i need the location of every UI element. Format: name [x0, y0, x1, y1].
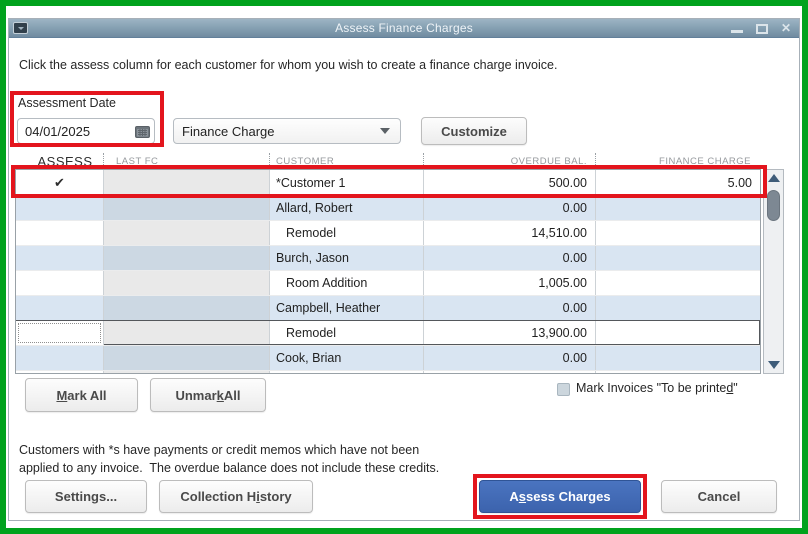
- assessment-date-label: Assessment Date: [18, 96, 116, 110]
- instruction-text: Click the assess column for each custome…: [19, 58, 558, 72]
- close-icon[interactable]: ✕: [781, 19, 791, 38]
- column-header-finance-charge: FINANCE CHARGE: [595, 153, 759, 169]
- titlebar[interactable]: Assess Finance Charges ✕: [9, 19, 799, 38]
- overdue-balance-cell: 0.00: [424, 296, 596, 320]
- last-fc-cell: [104, 346, 270, 370]
- empty-cell: [16, 371, 104, 373]
- finance-charge-cell[interactable]: [596, 221, 760, 245]
- finance-charge-cell[interactable]: [596, 196, 760, 220]
- overdue-balance-cell: 0.00: [424, 246, 596, 270]
- maximize-icon[interactable]: [755, 23, 768, 34]
- mark-invoices-label[interactable]: Mark Invoices "To be printed": [576, 381, 738, 395]
- charge-item-dropdown[interactable]: Finance Charge: [173, 118, 401, 144]
- table-row[interactable]: Campbell, Heather 0.00: [16, 295, 760, 320]
- finance-charge-cell[interactable]: [596, 346, 760, 370]
- scroll-down-icon[interactable]: [768, 361, 780, 369]
- customer-table-body[interactable]: ✔ *Customer 1 500.00 5.00 Allard, Robert 0.00…: [15, 169, 761, 374]
- charge-item-value: Finance Charge: [182, 123, 275, 139]
- finance-charge-cell[interactable]: [596, 271, 760, 295]
- last-fc-cell: [104, 221, 270, 245]
- customer-cell: Remodel: [270, 321, 424, 345]
- window-title: Assess Finance Charges: [335, 21, 473, 35]
- table-row[interactable]: Cook, Brian 0.00: [16, 345, 760, 370]
- empty-cell: [104, 371, 270, 373]
- finance-charge-cell[interactable]: 5.00: [596, 170, 760, 195]
- assessment-date-value[interactable]: 04/01/2025: [18, 124, 130, 139]
- assess-cell[interactable]: [16, 196, 104, 220]
- assess-cell-checked[interactable]: ✔: [16, 170, 104, 195]
- customer-cell: Room Addition: [270, 271, 424, 295]
- overdue-balance-cell: 13,900.00: [424, 321, 596, 345]
- assess-cell[interactable]: [16, 246, 104, 270]
- table-row-empty: [16, 370, 760, 373]
- last-fc-cell: [104, 296, 270, 320]
- minimize-icon[interactable]: [730, 30, 743, 33]
- calendar-icon[interactable]: [130, 119, 154, 143]
- last-fc-cell: [104, 246, 270, 270]
- collection-history-button[interactable]: Collection Hi story: [159, 480, 313, 513]
- empty-cell: [596, 371, 760, 373]
- last-fc-cell: [104, 271, 270, 295]
- empty-cell: [270, 371, 424, 373]
- assess-cell[interactable]: [16, 221, 104, 245]
- vertical-scrollbar[interactable]: [763, 169, 784, 374]
- customer-cell: Allard, Robert: [270, 196, 424, 220]
- last-fc-cell: [104, 170, 270, 195]
- customer-cell: Burch, Jason: [270, 246, 424, 270]
- overdue-balance-cell: 1,005.00: [424, 271, 596, 295]
- column-header-assess: ASSESS: [37, 153, 93, 169]
- column-header-customer: CUSTOMER: [269, 153, 423, 169]
- column-header-overdue-bal-: OVERDUE BAL.: [423, 153, 595, 169]
- scrollbar-thumb[interactable]: [767, 190, 780, 221]
- mark-all-button[interactable]: Mark All: [25, 378, 138, 412]
- assessment-date-input[interactable]: 04/01/2025: [17, 118, 155, 144]
- assess-cell[interactable]: [16, 296, 104, 320]
- customize-button[interactable]: Customize: [421, 117, 527, 145]
- finance-charge-cell[interactable]: [596, 246, 760, 270]
- table-row[interactable]: Allard, Robert 0.00: [16, 195, 760, 220]
- assess-cell[interactable]: [16, 321, 104, 345]
- assess-cell[interactable]: [16, 271, 104, 295]
- scroll-up-icon[interactable]: [768, 174, 780, 182]
- note-line-1: Customers with *s have payments or credi…: [19, 443, 420, 457]
- overdue-balance-cell: 0.00: [424, 196, 596, 220]
- chevron-down-icon: [380, 128, 390, 134]
- table-row[interactable]: Remodel 14,510.00: [16, 220, 760, 245]
- settings-button[interactable]: Settin g s...: [25, 480, 147, 513]
- finance-charge-cell[interactable]: [596, 296, 760, 320]
- last-fc-cell: [104, 196, 270, 220]
- overdue-balance-cell: 14,510.00: [424, 221, 596, 245]
- empty-cell: [424, 371, 596, 373]
- assess-finance-charges-dialog: Assess Finance Charges ✕ Click the asses…: [8, 18, 800, 521]
- overdue-balance-cell: 500.00: [424, 170, 596, 195]
- cancel-button[interactable]: Cancel: [661, 480, 777, 513]
- finance-charge-cell[interactable]: [596, 321, 760, 345]
- customer-cell: Campbell, Heather: [270, 296, 424, 320]
- assess-charges-button[interactable]: As sess Charges: [479, 480, 641, 513]
- table-row[interactable]: ✔ *Customer 1 500.00 5.00: [16, 170, 760, 195]
- overdue-balance-cell: 0.00: [424, 346, 596, 370]
- assess-cell[interactable]: [16, 346, 104, 370]
- table-row[interactable]: Room Addition 1,005.00: [16, 270, 760, 295]
- customer-cell: Remodel: [270, 221, 424, 245]
- customer-cell: Cook, Brian: [270, 346, 424, 370]
- unmark-all-button[interactable]: Unmar k All: [150, 378, 266, 412]
- column-header-last-fc: LAST FC: [103, 153, 269, 169]
- table-header: ASSESS LAST FC CUSTOMER OVERDUE BAL. FINANCE…: [15, 153, 761, 169]
- table-row[interactable]: Remodel 13,900.00: [16, 320, 760, 345]
- mark-invoices-checkbox[interactable]: [557, 383, 570, 396]
- note-line-2: applied to any invoice. The overdue bala…: [19, 461, 440, 475]
- table-row[interactable]: Burch, Jason 0.00: [16, 245, 760, 270]
- last-fc-cell: [104, 321, 270, 345]
- customer-cell: *Customer 1: [270, 170, 424, 195]
